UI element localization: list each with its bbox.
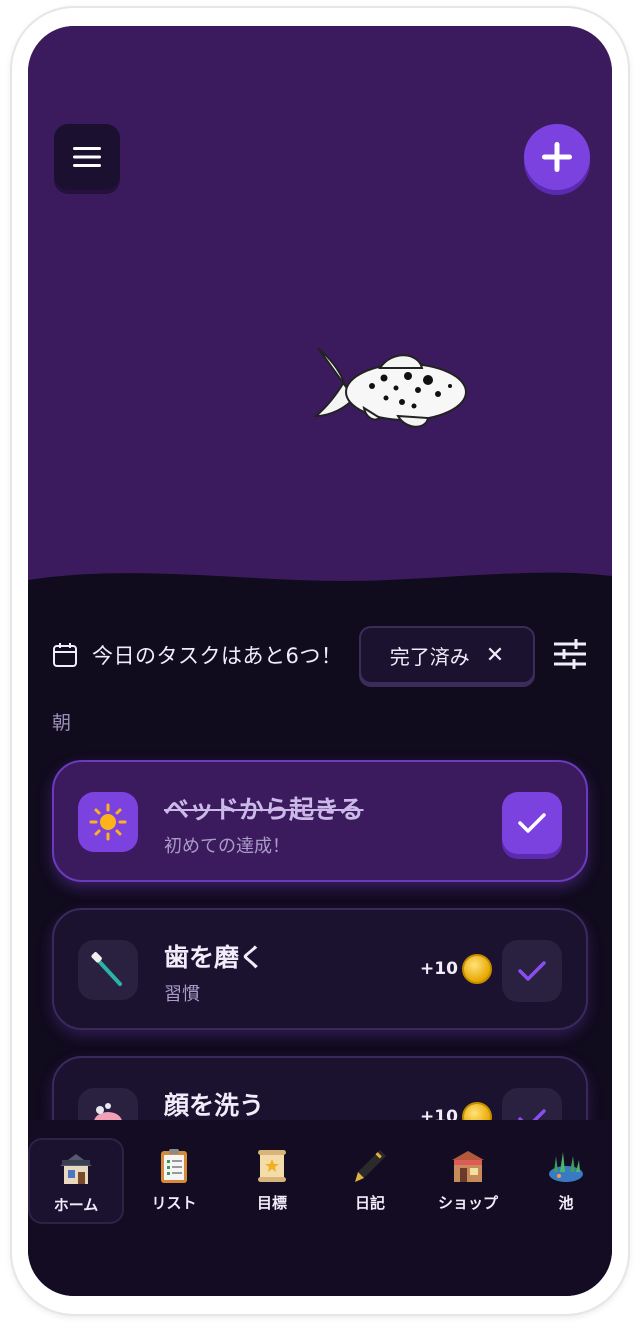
coin-icon — [461, 954, 492, 984]
nav-item-list[interactable]: リスト — [126, 1138, 222, 1224]
hamburger-icon — [73, 147, 101, 167]
task-status-row: 今日のタスクはあと6つ！ 完了済み ✕ — [52, 626, 592, 684]
nav-item-shop[interactable]: ショップ — [420, 1138, 516, 1224]
task-card[interactable]: 歯を磨く 習慣 +10 — [52, 908, 588, 1030]
pond-sky — [28, 26, 612, 626]
app-screen: 今日のタスクはあと6つ！ 完了済み ✕ 朝 ベッドから起きる 初めての達成！ 歯… — [28, 26, 612, 1296]
task-subtitle: 習慣 — [164, 984, 200, 1005]
pond-icon — [549, 1152, 583, 1182]
nav-label: リスト — [151, 1194, 197, 1212]
bottom-nav: ホーム リスト 目標 日記 ショップ 池 — [28, 1120, 612, 1296]
completed-chip-label: 完了済み — [389, 644, 470, 669]
koi-fish-icon — [313, 347, 467, 428]
remaining-tasks-text: 今日のタスクはあと6つ！ — [92, 644, 343, 668]
shop-icon — [452, 1151, 484, 1182]
pen-icon — [355, 1150, 386, 1182]
complete-task-button[interactable] — [502, 940, 562, 1002]
section-label-morning: 朝 — [52, 712, 72, 734]
nav-label: 目標 — [256, 1194, 287, 1212]
nav-label: ホーム — [53, 1196, 99, 1214]
coin-reward: +10 — [420, 954, 492, 984]
task-title: ベッドから起きる — [164, 795, 364, 824]
house-icon — [60, 1154, 92, 1184]
scroll-icon — [258, 1150, 286, 1182]
reward-amount: +10 — [420, 959, 458, 979]
nav-item-goals[interactable]: 目標 — [224, 1138, 320, 1224]
nav-item-home[interactable]: ホーム — [28, 1138, 124, 1224]
task-card[interactable]: ベッドから起きる 初めての達成！ — [52, 760, 588, 882]
calendar-icon — [53, 643, 77, 667]
nav-item-pond[interactable]: 池 — [518, 1138, 612, 1224]
task-title: 顔を洗う — [164, 1091, 265, 1120]
checkmark-icon — [518, 813, 546, 833]
clipboard-icon — [161, 1149, 187, 1183]
close-icon[interactable]: ✕ — [486, 643, 504, 668]
task-subtitle: 初めての達成！ — [164, 836, 290, 857]
nav-item-diary[interactable]: 日記 — [322, 1138, 418, 1224]
task-icon-box — [78, 940, 138, 1000]
toothbrush-icon — [91, 952, 122, 986]
plus-icon — [542, 142, 572, 172]
nav-label: 日記 — [354, 1194, 385, 1212]
task-icon-box — [78, 792, 138, 852]
add-task-button[interactable] — [524, 124, 590, 190]
nav-label: 池 — [558, 1194, 574, 1212]
menu-button[interactable] — [54, 124, 120, 190]
complete-task-button[interactable] — [502, 792, 562, 854]
sun-icon — [89, 803, 127, 841]
task-title: 歯を磨く — [164, 943, 265, 972]
completed-filter-chip[interactable]: 完了済み ✕ — [359, 626, 535, 684]
checkmark-icon — [518, 961, 546, 981]
filter-sliders-icon[interactable] — [552, 636, 588, 672]
nav-label: ショップ — [437, 1194, 498, 1212]
